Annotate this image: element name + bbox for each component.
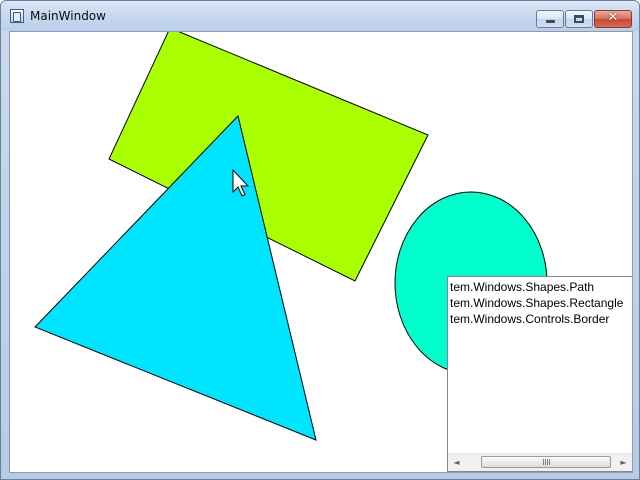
client-area: tem.Windows.Shapes.Path tem.Windows.Shap… [9,31,633,473]
maximize-icon [574,15,584,23]
arrow-cursor-icon [232,169,250,197]
main-window: MainWindow ✕ tem.Windows.Shapes.Path tem… [0,0,640,480]
title-bar[interactable]: MainWindow ✕ [1,1,639,31]
listbox-items: tem.Windows.Shapes.Path tem.Windows.Shap… [448,279,632,327]
scroll-thumb[interactable] [481,456,611,468]
window-title: MainWindow [30,9,106,23]
minimize-button[interactable] [536,10,564,28]
element-listbox[interactable]: tem.Windows.Shapes.Path tem.Windows.Shap… [447,276,632,472]
app-icon[interactable] [10,9,24,23]
list-item[interactable]: tem.Windows.Controls.Border [448,311,632,327]
list-item[interactable]: tem.Windows.Shapes.Rectangle [448,295,632,311]
minimize-icon [546,20,555,23]
scroll-right-icon[interactable]: ► [615,454,632,471]
scroll-left-icon[interactable]: ◄ [448,454,465,471]
close-button[interactable]: ✕ [594,10,632,28]
maximize-button[interactable] [565,10,593,28]
thumb-grip-icon [543,459,550,465]
close-icon: ✕ [607,10,619,25]
horizontal-scrollbar[interactable]: ◄ ► [448,453,632,471]
list-item[interactable]: tem.Windows.Shapes.Path [448,279,632,295]
